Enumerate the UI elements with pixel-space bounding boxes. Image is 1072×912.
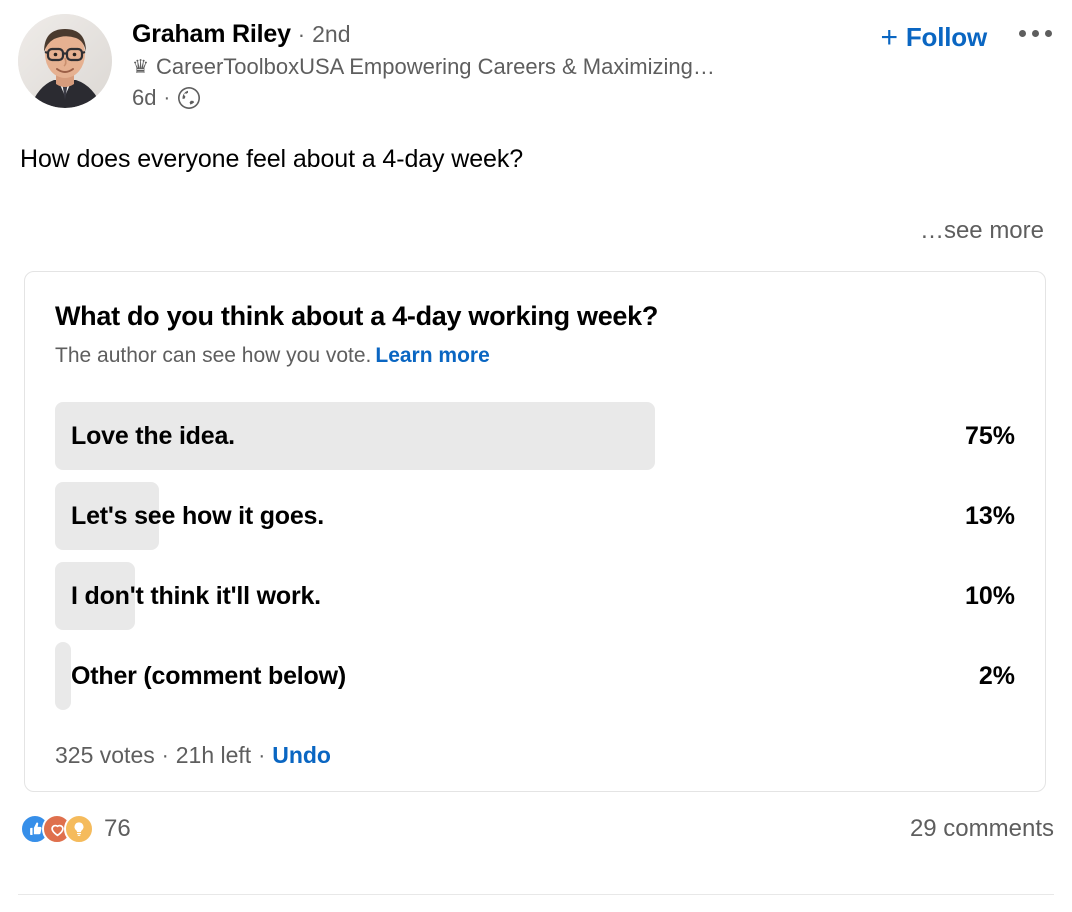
poll-option-percent: 2% [978,661,1015,690]
more-options-button[interactable] [1015,30,1056,37]
poll-card: What do you think about a 4-day working … [24,270,1046,793]
reaction-count: 76 [104,815,131,843]
ellipsis-icon [1032,30,1039,37]
ellipsis-icon [1045,30,1052,37]
post-header: Graham Riley · 2nd ♛ CareerToolboxUSA Em… [0,0,1072,111]
plus-icon: + [880,20,899,54]
reaction-icon-stack [20,814,94,845]
poll-subtitle: The author can see how you vote. Learn mo… [55,344,1015,368]
author-headline-row: ♛ CareerToolboxUSA Empowering Careers & … [132,54,881,80]
poll-option-label: Other (comment below) [71,661,346,690]
poll-subtitle-text: The author can see how you vote. [55,344,372,368]
globe-icon [177,86,201,110]
follow-button[interactable]: + Follow [880,20,988,54]
poll-option[interactable]: Let's see how it goes. 13% [55,476,1015,556]
avatar-image [18,14,112,108]
post-meta-row: 6d · [132,85,881,111]
undo-vote-link[interactable]: Undo [272,742,331,769]
author-name[interactable]: Graham Riley [132,20,291,49]
poll-question: What do you think about a 4-day working … [55,300,659,331]
poll-vote-count: 325 votes [55,742,155,769]
separator-dot: · [163,86,171,109]
poll-option[interactable]: Other (comment below) 2% [55,636,1015,716]
poll-option[interactable]: Love the idea. 75% [55,396,1015,476]
author-name-row: Graham Riley · 2nd [132,20,881,49]
bottom-divider [18,894,1054,895]
author-identity: Graham Riley · 2nd ♛ CareerToolboxUSA Em… [112,14,881,111]
poll-time-left: 21h left [175,742,252,769]
poll-option-percent: 75% [964,421,1015,450]
ellipsis-icon [1019,30,1026,37]
separator-dot: · [161,743,169,767]
header-actions: + Follow [881,14,1056,53]
avatar[interactable] [18,14,112,108]
poll-option-percent: 13% [964,501,1015,530]
poll-option-label: I don't think it'll work. [71,581,321,610]
reactions-summary[interactable]: 76 [20,814,131,845]
post-body-text: How does everyone feel about a 4-day wee… [20,145,524,173]
crown-icon: ♛ [132,56,150,78]
follow-button-label: Follow [905,22,987,52]
author-headline: CareerToolboxUSA Empowering Careers & Ma… [156,54,715,79]
separator-dot: · [297,22,306,47]
social-counts-row: 76 29 comments [0,792,1072,845]
poll-option-label: Let's see how it goes. [71,501,324,530]
see-more-row: …see more [0,177,1072,245]
poll-option-percent: 10% [964,581,1015,610]
insight-icon [64,814,94,845]
learn-more-link[interactable]: Learn more [375,344,489,367]
poll-footer: 325 votes · 21h left · Undo [55,742,1015,769]
linkedin-post: Graham Riley · 2nd ♛ CareerToolboxUSA Em… [0,0,1072,912]
connection-degree: 2nd [312,21,351,47]
see-more-button[interactable]: …see more [920,217,1044,245]
poll-option-label: Love the idea. [71,421,235,450]
post-timestamp: 6d [132,85,157,110]
poll-option[interactable]: I don't think it'll work. 10% [55,556,1015,636]
separator-dot: · [258,743,266,767]
comments-count[interactable]: 29 comments [910,815,1054,843]
poll-options-list: Love the idea. 75% Let's see how it goes… [55,396,1015,716]
